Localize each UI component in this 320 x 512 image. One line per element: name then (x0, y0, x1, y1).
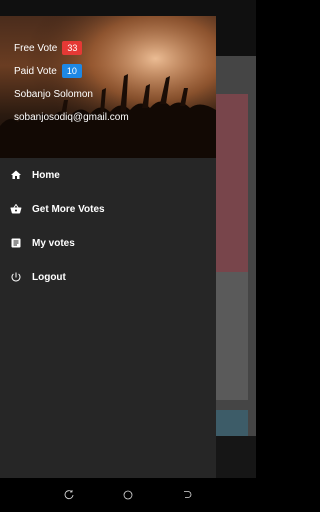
circle-home-icon (123, 490, 133, 500)
list-icon (10, 237, 22, 249)
navigation-drawer: Free Vote 33 Paid Vote 10 Sobanjo Solomo… (0, 16, 216, 478)
power-icon (10, 271, 22, 283)
nav-recents-button[interactable] (62, 488, 76, 502)
menu-item-my-votes[interactable]: My votes (0, 226, 216, 260)
back-icon (183, 491, 191, 498)
system-navigation-bar (0, 478, 256, 512)
user-name: Sobanjo Solomon (14, 88, 93, 100)
free-vote-badge: 33 (62, 41, 83, 55)
menu-item-label: Get More Votes (32, 203, 105, 215)
drawer-header: Free Vote 33 Paid Vote 10 Sobanjo Solomo… (0, 16, 216, 158)
menu-item-get-more-votes[interactable]: Get More Votes (0, 192, 216, 226)
paid-vote-row: Paid Vote 10 (14, 63, 129, 79)
menu-item-label: Logout (32, 271, 66, 283)
nav-back-button[interactable] (180, 488, 194, 502)
paid-vote-badge: 10 (61, 64, 82, 78)
menu-item-label: Home (32, 169, 60, 181)
menu-item-label: My votes (32, 237, 75, 249)
nav-home-button[interactable] (121, 488, 135, 502)
drawer-menu: Home Get More Votes My votes Logout (0, 158, 216, 294)
basket-icon (10, 203, 22, 215)
menu-item-home[interactable]: Home (0, 158, 216, 192)
free-vote-label: Free Vote (14, 42, 58, 54)
user-email: sobanjosodiq@gmail.com (14, 111, 129, 123)
paid-vote-label: Paid Vote (14, 65, 57, 77)
home-icon (10, 169, 22, 181)
menu-item-logout[interactable]: Logout (0, 260, 216, 294)
free-vote-row: Free Vote 33 (14, 40, 129, 56)
recents-icon (64, 490, 74, 500)
